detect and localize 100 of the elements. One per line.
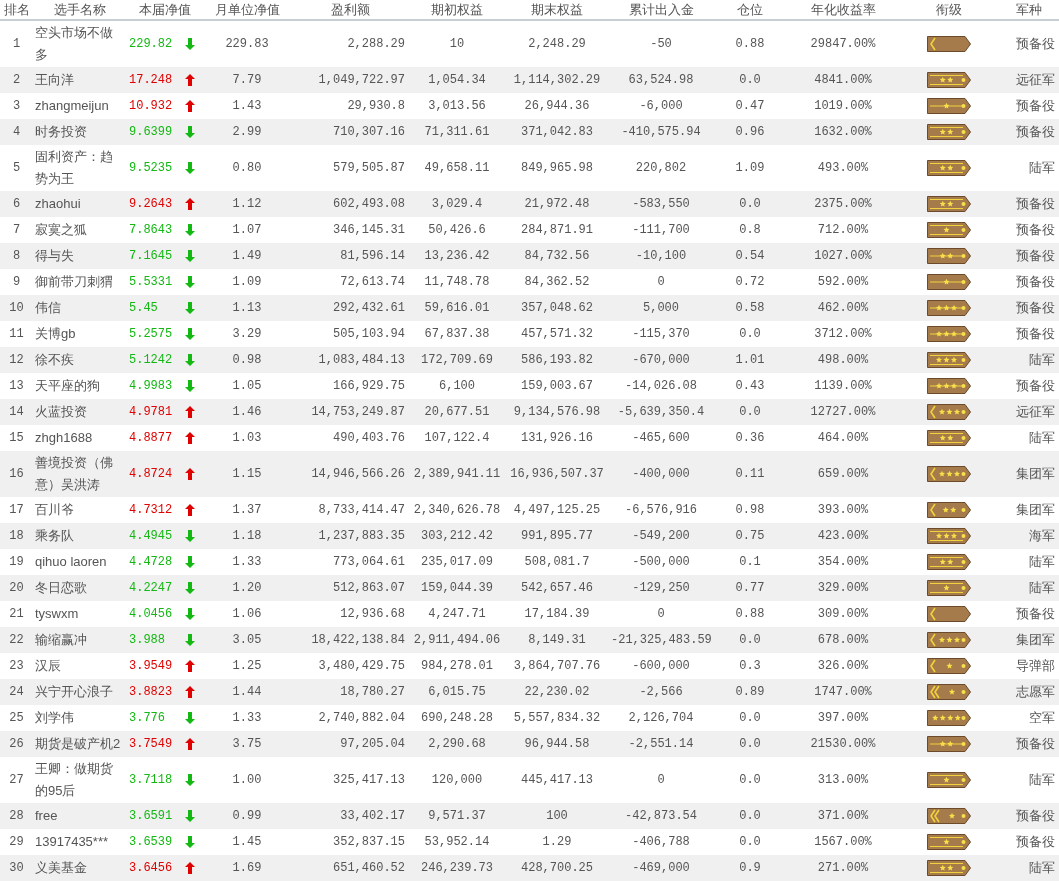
table-cell: 2,389,941.11 — [409, 451, 505, 497]
table-cell: 0.0 — [713, 191, 787, 217]
table-cell: 2,340,626.78 — [409, 497, 505, 523]
table-cell: 1.05 — [203, 373, 291, 399]
table-cell: 33,402.17 — [291, 803, 409, 829]
table-cell: 0.11 — [713, 451, 787, 497]
table-cell: -50 — [609, 20, 713, 67]
table-cell: 1.69 — [203, 855, 291, 881]
table-cell: 14,753,249.87 — [291, 399, 409, 425]
table-cell: 2,126,704 — [609, 705, 713, 731]
table-cell: -2,566 — [609, 679, 713, 705]
table-cell: zhangmeijun — [33, 93, 127, 119]
table-cell: 陆军 — [999, 757, 1059, 803]
table-cell: 246,239.73 — [409, 855, 505, 881]
table-cell: 462.00% — [787, 295, 899, 321]
table-cell: 3.05 — [203, 627, 291, 653]
table-cell: 预备役 — [999, 243, 1059, 269]
table-cell: 329.00% — [787, 575, 899, 601]
table-cell: 空头市场不做多 — [33, 20, 127, 67]
table-cell: 81,596.14 — [291, 243, 409, 269]
table-cell: 100 — [505, 803, 609, 829]
table-cell: 25 — [0, 705, 33, 731]
table-cell: 8,733,414.47 — [291, 497, 409, 523]
table-cell: 849,965.98 — [505, 145, 609, 191]
table-cell: 1,054.34 — [409, 67, 505, 93]
table-cell: tyswxm — [33, 601, 127, 627]
table-cell: -115,370 — [609, 321, 713, 347]
net-value: 4.8724 — [129, 466, 173, 483]
table-cell: 关博gb — [33, 321, 127, 347]
table-cell: -465,600 — [609, 425, 713, 451]
column-header: 盈利额 — [291, 0, 409, 20]
table-cell: 1.18 — [203, 523, 291, 549]
table-cell: 2,911,494.06 — [409, 627, 505, 653]
table-cell: 1,083,484.13 — [291, 347, 409, 373]
net-value: 7.1645 — [129, 248, 173, 265]
table-cell: 17 — [0, 497, 33, 523]
net-value: 9.6399 — [129, 124, 173, 141]
table-cell: 0.89 — [713, 679, 787, 705]
table-cell: 303,212.42 — [409, 523, 505, 549]
table-cell: 9,571.37 — [409, 803, 505, 829]
table-cell: 陆军 — [999, 549, 1059, 575]
table-cell: -14,026.08 — [609, 373, 713, 399]
table-cell: 710,307.16 — [291, 119, 409, 145]
table-cell: 542,657.46 — [505, 575, 609, 601]
column-header: 年化收益率 — [787, 0, 899, 20]
table-cell: 592.00% — [787, 269, 899, 295]
net-value: 10.932 — [129, 98, 173, 115]
table-cell: 67,837.38 — [409, 321, 505, 347]
net-value: 229.82 — [129, 36, 173, 53]
table-cell: 1.13 — [203, 295, 291, 321]
table-cell: 9,134,576.98 — [505, 399, 609, 425]
table-cell: 29,930.8 — [291, 93, 409, 119]
table-cell: 1.07 — [203, 217, 291, 243]
table-cell: 导弹部 — [999, 653, 1059, 679]
table-cell: 8,149.31 — [505, 627, 609, 653]
table-cell: 71,311.61 — [409, 119, 505, 145]
table-cell: 0.0 — [713, 829, 787, 855]
table-cell: 1.03 — [203, 425, 291, 451]
table-cell: 义美基金 — [33, 855, 127, 881]
table-cell: 7 — [0, 217, 33, 243]
table-cell: 8 — [0, 243, 33, 269]
table-cell: 50,426.6 — [409, 217, 505, 243]
table-cell: 1.09 — [203, 269, 291, 295]
net-value: 3.6591 — [129, 808, 173, 825]
net-value: 9.5235 — [129, 160, 173, 177]
table-cell: 14 — [0, 399, 33, 425]
table-cell: 53,952.14 — [409, 829, 505, 855]
table-cell: 9 — [0, 269, 33, 295]
table-cell: 371,042.83 — [505, 119, 609, 145]
table-cell: 0 — [609, 601, 713, 627]
table-cell: 3712.00% — [787, 321, 899, 347]
table-cell: 159,003.67 — [505, 373, 609, 399]
table-cell: 0.0 — [713, 803, 787, 829]
net-value: 5.1242 — [129, 352, 173, 369]
table-cell: 陆军 — [999, 425, 1059, 451]
table-cell: 1.00 — [203, 757, 291, 803]
net-value: 5.45 — [129, 300, 158, 317]
table-cell: 490,403.76 — [291, 425, 409, 451]
table-cell: 5 — [0, 145, 33, 191]
table-cell: 空军 — [999, 705, 1059, 731]
table-cell: 1.15 — [203, 451, 291, 497]
table-cell: 7.79 — [203, 67, 291, 93]
table-cell: 1 — [0, 20, 33, 67]
column-header: 本届净值 — [127, 0, 203, 20]
table-cell: 235,017.09 — [409, 549, 505, 575]
table-cell: 远征军 — [999, 67, 1059, 93]
table-cell: 远征军 — [999, 399, 1059, 425]
table-cell: -6,000 — [609, 93, 713, 119]
table-cell: 0.80 — [203, 145, 291, 191]
table-cell: 325,417.13 — [291, 757, 409, 803]
table-cell: 陆军 — [999, 855, 1059, 881]
table-cell: 120,000 — [409, 757, 505, 803]
table-cell: 20,677.51 — [409, 399, 505, 425]
table-cell: 预备役 — [999, 321, 1059, 347]
table-cell: 107,122.4 — [409, 425, 505, 451]
table-cell: 498.00% — [787, 347, 899, 373]
net-value: 4.9983 — [129, 378, 173, 395]
table-cell: 16 — [0, 451, 33, 497]
table-cell: 王向洋 — [33, 67, 127, 93]
table-cell: 445,417.13 — [505, 757, 609, 803]
